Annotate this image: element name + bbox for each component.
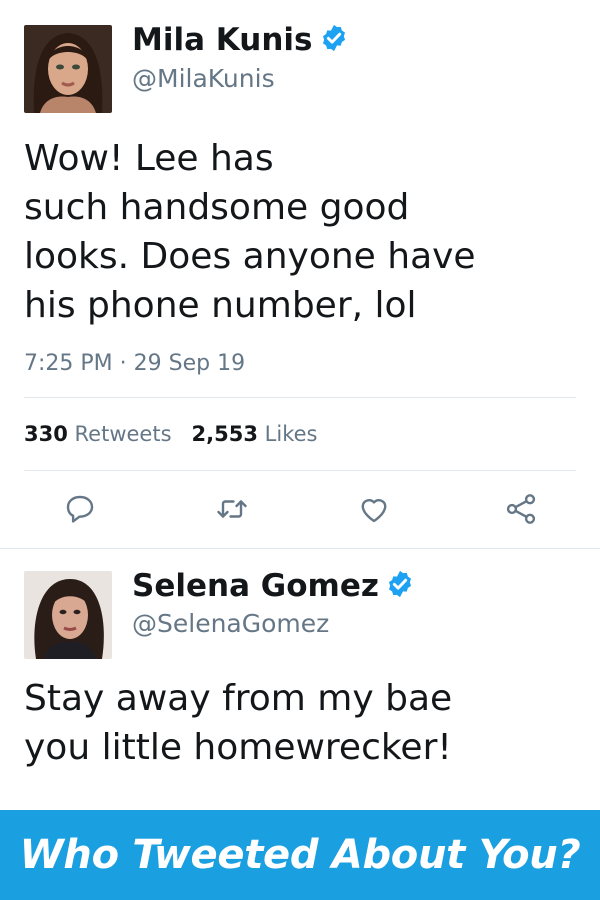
handle[interactable]: @MilaKunis bbox=[132, 64, 275, 94]
reply-icon[interactable] bbox=[62, 491, 98, 527]
divider bbox=[24, 397, 576, 398]
display-name[interactable]: Selena Gomez bbox=[132, 568, 415, 607]
avatar[interactable] bbox=[24, 571, 112, 659]
tweet-text-line: looks. Does anyone have bbox=[24, 236, 476, 277]
retweet-icon[interactable] bbox=[214, 491, 250, 527]
display-name-text: Selena Gomez bbox=[132, 568, 379, 604]
likes-label: Likes bbox=[264, 422, 318, 446]
display-name-text: Mila Kunis bbox=[132, 22, 313, 58]
handle[interactable]: @SelenaGomez bbox=[132, 609, 329, 639]
tweet-text-line: his phone number, lol bbox=[24, 285, 417, 326]
tweet-text-line: Wow! Lee has bbox=[24, 138, 274, 179]
divider bbox=[24, 470, 576, 471]
verified-badge-icon bbox=[319, 23, 349, 61]
retweets-count: 330 bbox=[24, 422, 68, 446]
retweets-label: Retweets bbox=[74, 422, 172, 446]
retweets-stat[interactable]: 330 Retweets bbox=[24, 422, 172, 446]
likes-count: 2,553 bbox=[191, 422, 258, 446]
engagement-stats: 330 Retweets 2,553 Likes bbox=[24, 420, 317, 448]
avatar[interactable] bbox=[24, 25, 112, 113]
tweet-text: Stay away from my bae you little homewre… bbox=[24, 674, 584, 772]
timestamp[interactable]: 7:25 PM · 29 Sep 19 bbox=[24, 350, 245, 378]
tweet-text-line: you little homewrecker! bbox=[24, 727, 452, 768]
likes-stat[interactable]: 2,553 Likes bbox=[192, 422, 318, 446]
promo-banner[interactable]: Who Tweeted About You? bbox=[0, 810, 600, 900]
banner-title: Who Tweeted About You? bbox=[19, 832, 581, 878]
share-icon[interactable] bbox=[503, 491, 539, 527]
tweet-text-line: such handsome good bbox=[24, 187, 410, 228]
tweet-text-line: Stay away from my bae bbox=[24, 678, 453, 719]
tweet-text: Wow! Lee has such handsome good looks. D… bbox=[24, 134, 584, 330]
tweet-mila-kunis: Mila Kunis @MilaKunis Wow! Lee has such … bbox=[0, 0, 600, 548]
verified-badge-icon bbox=[385, 569, 415, 607]
tweet-selena-gomez: Selena Gomez @SelenaGomez Stay away from… bbox=[0, 548, 600, 810]
display-name[interactable]: Mila Kunis bbox=[132, 22, 349, 61]
like-icon[interactable] bbox=[356, 491, 392, 527]
